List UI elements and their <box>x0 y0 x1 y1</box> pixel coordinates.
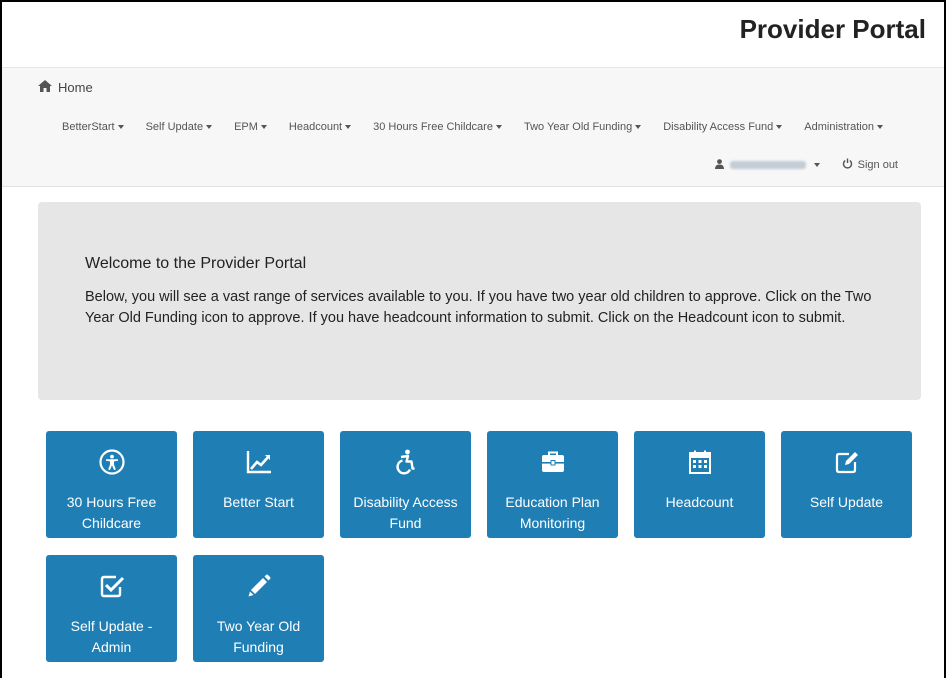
briefcase-icon <box>487 449 618 477</box>
tile-disability-access-fund[interactable]: Disability Access Fund <box>340 431 471 538</box>
tile-self-update-admin[interactable]: Self Update - Admin <box>46 555 177 662</box>
wheelchair-icon <box>340 449 471 477</box>
tile-label: Disability Access Fund <box>353 494 458 531</box>
tile-30-hours-free-childcare[interactable]: 30 Hours Free Childcare <box>46 431 177 538</box>
tile-two-year-old-funding[interactable]: Two Year Old Funding <box>193 555 324 662</box>
main-menu: BetterStart Self Update EPM Headcount 30… <box>62 121 905 133</box>
tile-headcount[interactable]: Headcount <box>634 431 765 538</box>
caret-down-icon <box>776 125 783 130</box>
line-chart-icon <box>193 449 324 477</box>
user-icon <box>714 158 724 172</box>
tile-label: Two Year Old Funding <box>216 618 301 655</box>
menu-label: EPM <box>234 121 258 133</box>
home-link[interactable]: Home <box>38 80 93 95</box>
welcome-text: Below, you will see a vast range of serv… <box>85 289 872 326</box>
tile-better-start[interactable]: Better Start <box>193 431 324 538</box>
home-icon <box>38 80 52 95</box>
power-icon <box>842 158 853 172</box>
tile-education-plan-monitoring[interactable]: Education Plan Monitoring <box>487 431 618 538</box>
user-bar: Sign out <box>714 158 898 172</box>
menu-two-year-old-funding[interactable]: Two Year Old Funding <box>523 121 642 133</box>
tile-label: Self Update <box>809 494 884 510</box>
home-label: Home <box>58 80 93 95</box>
brand-title: Provider Portal <box>739 14 926 44</box>
menu-label: 30 Hours Free Childcare <box>373 121 493 133</box>
calendar-icon <box>634 449 765 477</box>
edit-icon <box>781 449 912 477</box>
caret-down-icon <box>206 125 213 130</box>
tile-label: 30 Hours Free Childcare <box>66 494 157 531</box>
accessibility-icon <box>46 449 177 477</box>
check-square-icon <box>46 573 177 601</box>
menu-label: Headcount <box>288 121 343 133</box>
welcome-panel: Welcome to the Provider Portal Below, yo… <box>38 202 921 400</box>
caret-down-icon <box>260 125 267 130</box>
sign-out-label: Sign out <box>857 159 898 171</box>
menu-label: Administration <box>804 121 874 133</box>
caret-down-icon <box>495 125 502 130</box>
caret-down-icon <box>876 125 883 130</box>
caret-down-icon <box>635 125 642 130</box>
caret-down-icon <box>813 163 820 167</box>
menu-self-update[interactable]: Self Update <box>145 121 213 133</box>
tile-label: Self Update - Admin <box>70 618 153 655</box>
menu-label: BetterStart <box>62 121 115 133</box>
tile-label: Headcount <box>665 494 734 510</box>
tile-label: Better Start <box>223 494 294 510</box>
menu-betterstart[interactable]: BetterStart <box>62 121 124 133</box>
caret-down-icon <box>117 125 124 130</box>
caret-down-icon <box>345 125 352 130</box>
menu-label: Disability Access Fund <box>663 121 774 133</box>
menu-label: Self Update <box>145 121 204 133</box>
tile-self-update[interactable]: Self Update <box>781 431 912 538</box>
sign-out-link[interactable]: Sign out <box>842 158 898 172</box>
menu-disability-access-fund[interactable]: Disability Access Fund <box>663 121 783 133</box>
user-menu[interactable] <box>714 158 820 172</box>
menu-30-hours[interactable]: 30 Hours Free Childcare <box>373 121 502 133</box>
navbar: Home BetterStart Self Update EPM Headcou… <box>2 67 944 187</box>
tile-label: Education Plan Monitoring <box>505 494 600 531</box>
welcome-title: Welcome to the Provider Portal <box>85 255 307 272</box>
redacted-username <box>729 161 806 169</box>
menu-label: Two Year Old Funding <box>523 121 633 133</box>
menu-headcount[interactable]: Headcount <box>288 121 352 133</box>
menu-administration[interactable]: Administration <box>804 121 883 133</box>
menu-epm[interactable]: EPM <box>234 121 267 133</box>
pencil-icon <box>193 573 324 601</box>
